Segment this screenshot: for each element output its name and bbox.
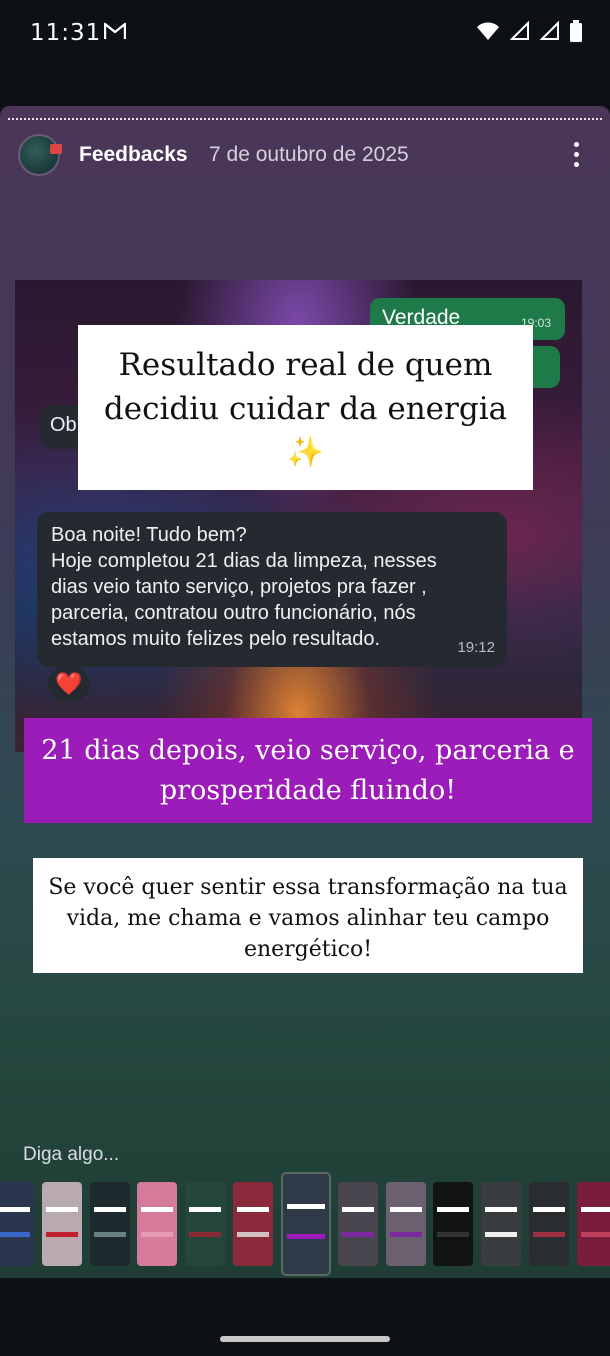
status-bar: 11:31	[0, 0, 610, 70]
thumbnail-accent-block	[533, 1232, 565, 1238]
message-line: dias veio tanto serviço, projetos pra fa…	[51, 576, 427, 598]
thumbnail-accent-block	[485, 1232, 517, 1238]
message-line: Hoje completou 21 dias da limpeza, nesse…	[51, 550, 437, 572]
story-thumbnail[interactable]	[233, 1182, 273, 1266]
story-username[interactable]: Feedbacks	[79, 143, 188, 167]
thumbnail-text-block	[390, 1207, 422, 1213]
thumbnail-text-block	[533, 1207, 565, 1213]
thumbnail-text-block	[46, 1207, 78, 1213]
cta-line: Se você quer sentir essa transformação n…	[48, 875, 568, 900]
story-thumbnail[interactable]	[481, 1182, 521, 1266]
thumbnail-text-block	[581, 1207, 610, 1213]
story-thumbnail[interactable]	[281, 1172, 331, 1276]
status-time: 11:31	[30, 20, 102, 46]
headline-line: decidiu cuidar da energia	[103, 391, 508, 427]
story-viewer[interactable]: Feedbacks 7 de outubro de 2025 Verdade 1…	[0, 106, 610, 1278]
signal-icon	[539, 20, 560, 46]
story-thumbnail[interactable]	[0, 1182, 34, 1266]
thumbnail-accent-block	[581, 1232, 610, 1238]
story-thumbnail[interactable]	[529, 1182, 569, 1266]
more-vertical-icon[interactable]	[566, 140, 586, 170]
signal-icon	[509, 20, 530, 46]
thumbnail-text-block	[287, 1204, 325, 1209]
status-icons	[476, 20, 582, 47]
thumbnail-accent-block	[0, 1232, 30, 1238]
thumbnail-text-block	[94, 1207, 126, 1213]
message-time: 19:12	[457, 639, 495, 656]
chat-message: Boa noite! Tudo bem? Hoje completou 21 d…	[37, 512, 507, 667]
thumbnail-accent-block	[287, 1234, 325, 1239]
thumbnail-text-block	[237, 1207, 269, 1213]
thumbnail-accent-block	[189, 1232, 221, 1238]
home-indicator[interactable]	[220, 1336, 390, 1342]
thumbnail-accent-block	[437, 1232, 469, 1238]
thumbnail-accent-block	[390, 1232, 422, 1238]
story-thumbnail[interactable]	[386, 1182, 426, 1266]
avatar[interactable]	[18, 134, 62, 176]
message-line: estamos muito felizes pelo resultado.	[51, 628, 381, 650]
story-thumbnail[interactable]	[338, 1182, 378, 1266]
highlight-line: prosperidade fluindo!	[159, 775, 457, 806]
thumbnail-accent-block	[237, 1232, 269, 1238]
message-line: Boa noite! Tudo bem?	[51, 524, 247, 546]
heart-reaction-icon: ❤️	[48, 666, 90, 702]
thumbnail-text-block	[189, 1207, 221, 1213]
story-thumbnail[interactable]	[90, 1182, 130, 1266]
story-date: 7 de outubro de 2025	[209, 143, 409, 166]
wifi-icon	[476, 21, 500, 46]
cta-line: energético!	[243, 937, 373, 962]
thumbnail-text-block	[0, 1207, 30, 1213]
thumbnail-text-block	[141, 1207, 173, 1213]
chat-bubble-text: Ob	[50, 414, 77, 436]
story-thumbnail[interactable]	[137, 1182, 177, 1266]
call-to-action-card: Se você quer sentir essa transformação n…	[33, 858, 583, 973]
story-thumbnail[interactable]	[433, 1182, 473, 1266]
thumbnail-text-block	[342, 1207, 374, 1213]
story-thumbnail[interactable]	[185, 1182, 225, 1266]
thumbnail-text-block	[485, 1207, 517, 1213]
sparkle-icon: ✨	[286, 435, 325, 470]
thumbnail-accent-block	[46, 1232, 78, 1238]
headline-line: Resultado real de quem	[118, 347, 493, 383]
story-thumbnail[interactable]	[42, 1182, 82, 1266]
gmail-icon	[103, 22, 127, 45]
headline-card: Resultado real de quem decidiu cuidar da…	[78, 325, 533, 490]
story-thumbnail[interactable]	[577, 1182, 610, 1266]
thumbnail-accent-block	[342, 1232, 374, 1238]
cta-line: vida, me chama e vamos alinhar teu campo	[66, 906, 550, 931]
thumbnail-accent-block	[94, 1232, 126, 1238]
notification-badge-icon	[50, 144, 62, 154]
thumbnail-text-block	[437, 1207, 469, 1213]
story-thumbnails	[0, 1172, 610, 1280]
highlight-line: 21 dias depois, veio serviço, parceria e	[41, 735, 575, 766]
story-progress-bar	[8, 118, 602, 120]
highlight-card: 21 dias depois, veio serviço, parceria e…	[24, 718, 592, 823]
message-line: parceria, contratou outro funcionário, n…	[51, 602, 416, 624]
thumbnail-accent-block	[141, 1232, 173, 1238]
battery-icon	[570, 20, 582, 47]
reply-input[interactable]: Diga algo...	[23, 1144, 119, 1166]
